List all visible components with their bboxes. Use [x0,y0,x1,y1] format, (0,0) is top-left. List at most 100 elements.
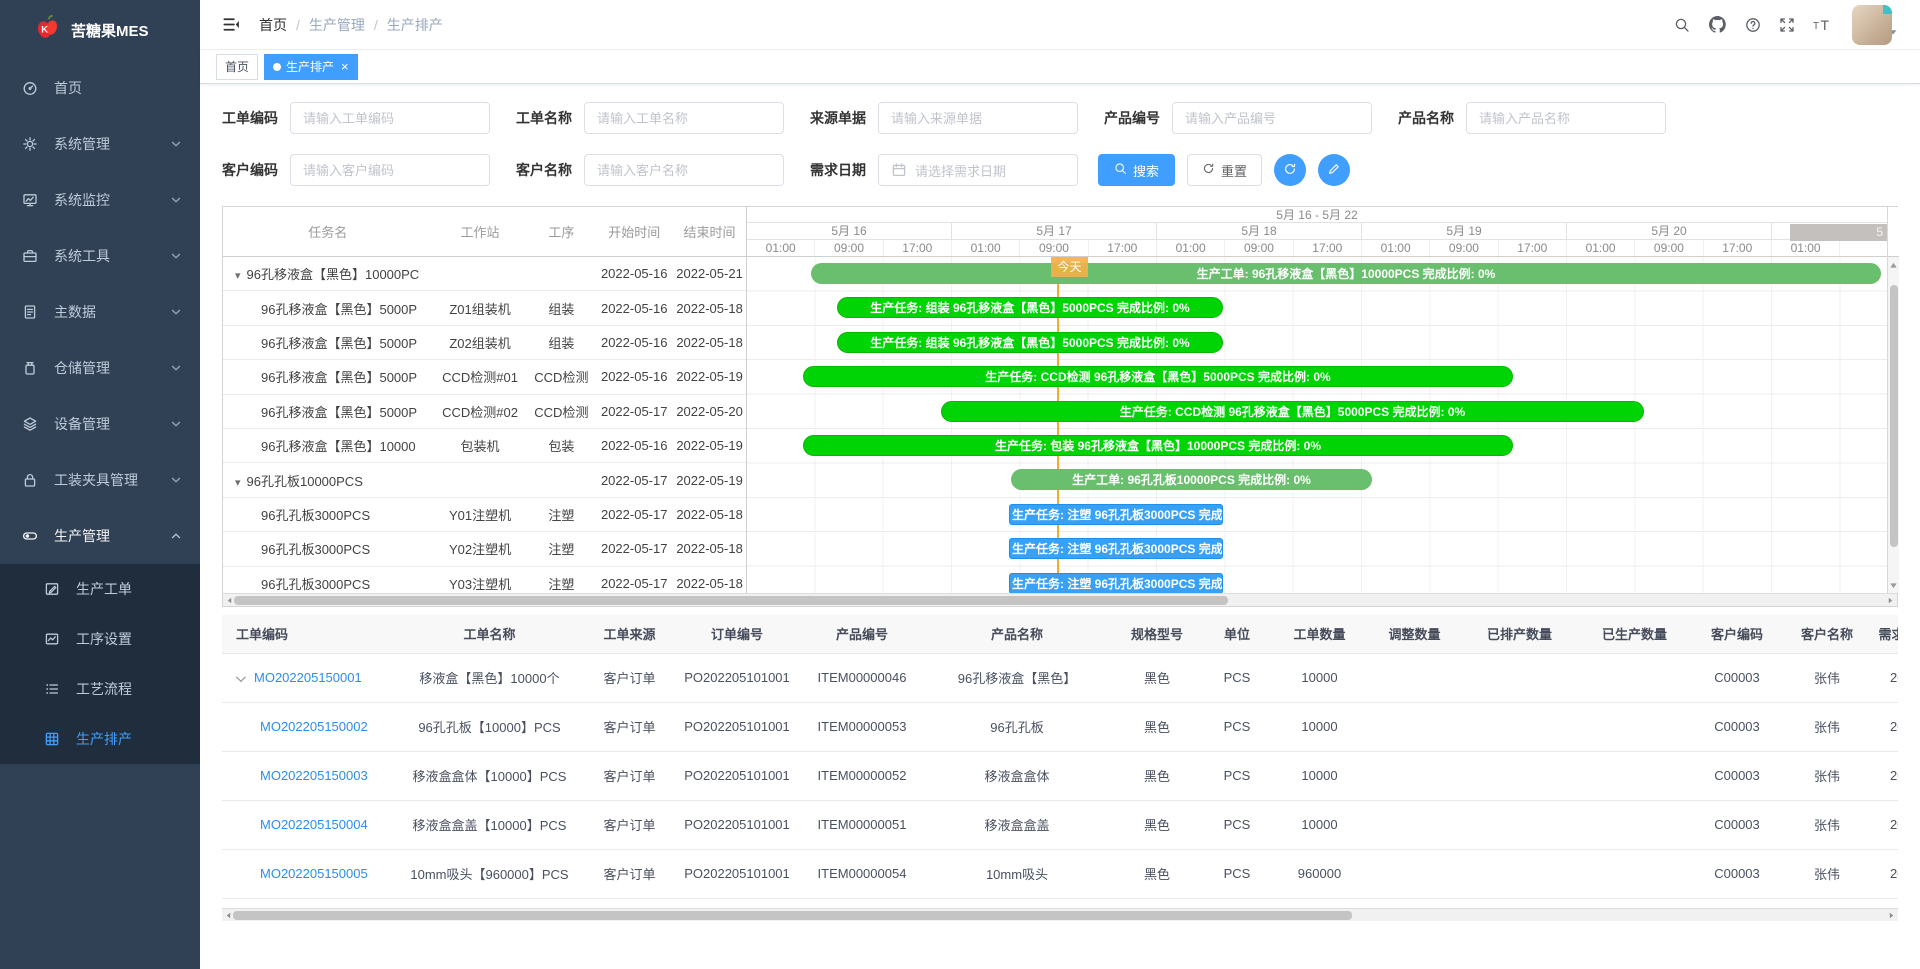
scroll-left-arrow[interactable] [225,909,232,922]
filter-input[interactable] [1172,102,1372,134]
gantt-task-row[interactable]: 96孔孔板3000PCSY02注塑机注塑2022-05-172022-05-18 [223,532,746,566]
tab-active[interactable]: 生产排产× [264,54,358,80]
collapse-caret-icon[interactable]: ▾ [235,270,241,282]
sidebar-subitem[interactable]: 生产工单 [0,564,200,614]
table-cell-adjust [1367,800,1462,849]
sidebar-subitem[interactable]: 工艺流程 [0,664,200,714]
close-icon[interactable]: × [341,60,349,73]
work-order-link[interactable]: MO202205150003 [260,768,368,783]
table-cell-name: 96孔孔板【10000】PCS [392,702,587,751]
sidebar-item[interactable]: 仓储管理 [0,340,200,396]
page: K 苦糖果MES 首页系统管理系统监控系统工具主数据仓储管理设备管理工装夹具管理… [0,0,1920,969]
gantt-task-row[interactable]: 96孔移液盒【黑色】10000包装机包装2022-05-162022-05-19 [223,429,746,463]
scroll-up-arrow[interactable] [1888,259,1899,271]
reset-button[interactable]: 重置 [1187,154,1262,186]
sidebar-item[interactable]: 系统管理 [0,116,200,172]
gantt-column-header: 结束时间 [673,222,746,241]
table-cell-code: MO202205150004 [222,800,392,849]
gantt-bar[interactable]: 生产任务: 注塑 96孔孔板3000PCS 完成比例: 0% [1009,538,1223,559]
fontsize-icon[interactable]: TT [1813,16,1834,33]
work-order-link[interactable]: MO202205150002 [260,719,368,734]
sidebar-item[interactable]: 主数据 [0,284,200,340]
avatar[interactable] [1852,5,1892,45]
collapse-caret-icon[interactable]: ▾ [235,477,241,489]
gantt-task-row[interactable]: 96孔孔板3000PCSY01注塑机注塑2022-05-172022-05-18 [223,498,746,532]
sidebar-subitem[interactable]: 生产排产 [0,714,200,764]
scroll-left-arrow[interactable] [226,594,233,607]
gantt-bar[interactable]: 生产工单: 96孔孔板10000PCS 完成比例: 0% [1011,469,1372,490]
gantt-bar[interactable]: 生产任务: 注塑 96孔孔板3000PCS 完成比例: 0% [1009,573,1223,593]
filter-input[interactable] [1466,102,1666,134]
gantt-task-name: 96孔移液盒【黑色】5000P [223,367,433,386]
table-row[interactable]: MO202205150003移液盒盒体【10000】PCS客户订单PO20220… [222,751,1898,800]
table-horizontal-scrollbar[interactable] [222,908,1898,921]
gantt-task-row[interactable]: 96孔移液盒【黑色】5000PCCD检测#02CCD检测2022-05-1720… [223,395,746,429]
sidebar-subitem[interactable]: 工序设置 [0,614,200,664]
gantt-day-label: 5月 16 [747,223,952,239]
hamburger-icon[interactable] [222,15,241,34]
scroll-down-arrow[interactable] [1888,579,1899,591]
filter-field: 工单编码 [222,102,490,134]
app-logo[interactable]: K 苦糖果MES [0,0,200,60]
sidebar-item[interactable]: 系统监控 [0,172,200,228]
table-cell-demand: 2022 [1872,702,1898,751]
horizontal-scroll-thumb[interactable] [234,596,1228,605]
horizontal-scroll-thumb[interactable] [233,911,1352,920]
gantt-vertical-scrollbar[interactable] [1887,207,1899,593]
vertical-scroll-thumb[interactable] [1890,285,1898,547]
refresh-button[interactable] [1274,154,1306,186]
table-cell-customer_code: C00003 [1692,702,1782,751]
filter-input[interactable] [290,154,490,186]
gantt-bar[interactable]: 生产任务: CCD检测 96孔移液盒【黑色】5000PCS 完成比例: 0% [941,401,1644,422]
gantt-task-row[interactable]: 96孔孔板3000PCSY03注塑机注塑2022-05-172022-05-18 [223,567,746,593]
gantt-task-row[interactable]: 96孔移液盒【黑色】5000PZ01组装机组装2022-05-162022-05… [223,291,746,325]
search-icon [1114,162,1127,178]
filter-input[interactable] [584,102,784,134]
filter-input[interactable] [290,102,490,134]
gantt-bar[interactable]: 生产工单: 96孔移液盒【黑色】10000PCS 完成比例: 0% [811,263,1881,284]
github-icon[interactable] [1708,15,1727,34]
gantt-bar[interactable]: 生产任务: 注塑 96孔孔板3000PCS 完成比例: 0% [1009,504,1223,525]
sidebar-subitem-label: 工艺流程 [76,679,184,699]
demand-date-input[interactable]: 请选择需求日期 [878,154,1078,186]
gantt-hour-label: 17:00 [1294,240,1362,256]
breadcrumb: 首页/生产管理/生产排产 [259,15,443,35]
search-button[interactable]: 搜索 [1098,154,1175,186]
gantt-bar[interactable]: 生产任务: 组装 96孔移液盒【黑色】5000PCS 完成比例: 0% [837,297,1223,318]
sidebar-item[interactable]: 首页 [0,60,200,116]
gantt-task-row[interactable]: 96孔移液盒【黑色】5000PCCD检测#01CCD检测2022-05-1620… [223,360,746,394]
expand-chevron-icon[interactable] [236,672,246,682]
sidebar-item[interactable]: 生产管理 [0,508,200,564]
tab-item[interactable]: 首页 [216,54,258,80]
gantt-task-row[interactable]: ▾96孔孔板10000PCS2022-05-172022-05-19 [223,463,746,497]
sidebar-item[interactable]: 工装夹具管理 [0,452,200,508]
gantt-task-row[interactable]: 96孔移液盒【黑色】5000PZ02组装机组装2022-05-162022-05… [223,326,746,360]
sidebar-subitem-label: 生产工单 [76,579,184,599]
fullscreen-icon[interactable] [1779,17,1795,33]
work-order-link[interactable]: MO202205150005 [260,866,368,881]
gantt-bar[interactable]: 生产任务: 包装 96孔移液盒【黑色】10000PCS 完成比例: 0% [803,435,1513,456]
work-order-link[interactable]: MO202205150001 [254,670,362,685]
help-icon[interactable] [1745,17,1761,33]
breadcrumb-item[interactable]: 首页 [259,15,287,35]
filter-input[interactable] [878,102,1078,134]
gantt-task-row[interactable]: ▾96孔移液盒【黑色】10000PC2022-05-162022-05-21 [223,257,746,291]
table-row[interactable]: MO20220515000510mm吸头【960000】PCS客户订单PO202… [222,849,1898,898]
filter-input[interactable] [584,154,784,186]
gantt-horizontal-scrollbar[interactable] [223,593,1897,606]
work-order-link[interactable]: MO202205150004 [260,817,368,832]
sidebar-item[interactable]: 设备管理 [0,396,200,452]
table-row[interactable]: MO202205150001移液盒【黑色】10000个客户订单PO2022051… [222,653,1898,702]
gantt-bar[interactable]: 生产任务: CCD检测 96孔移液盒【黑色】5000PCS 完成比例: 0% [803,366,1513,387]
breadcrumb-item[interactable]: 生产管理 [309,15,365,35]
table-row[interactable]: MO20220515000296孔孔板【10000】PCS客户订单PO20220… [222,702,1898,751]
breadcrumb-item[interactable]: 生产排产 [387,15,443,35]
scroll-right-arrow[interactable] [1888,909,1895,922]
gantt-bar[interactable]: 生产任务: 组装 96孔移液盒【黑色】5000PCS 完成比例: 0% [837,332,1223,353]
scroll-right-arrow[interactable] [1887,594,1894,607]
table-row[interactable]: MO202205150004移液盒盒盖【10000】PCS客户订单PO20220… [222,800,1898,849]
edit-button[interactable] [1318,154,1350,186]
search-icon[interactable] [1674,17,1690,33]
gantt-workstation: Z02组装机 [433,333,528,352]
sidebar-item[interactable]: 系统工具 [0,228,200,284]
